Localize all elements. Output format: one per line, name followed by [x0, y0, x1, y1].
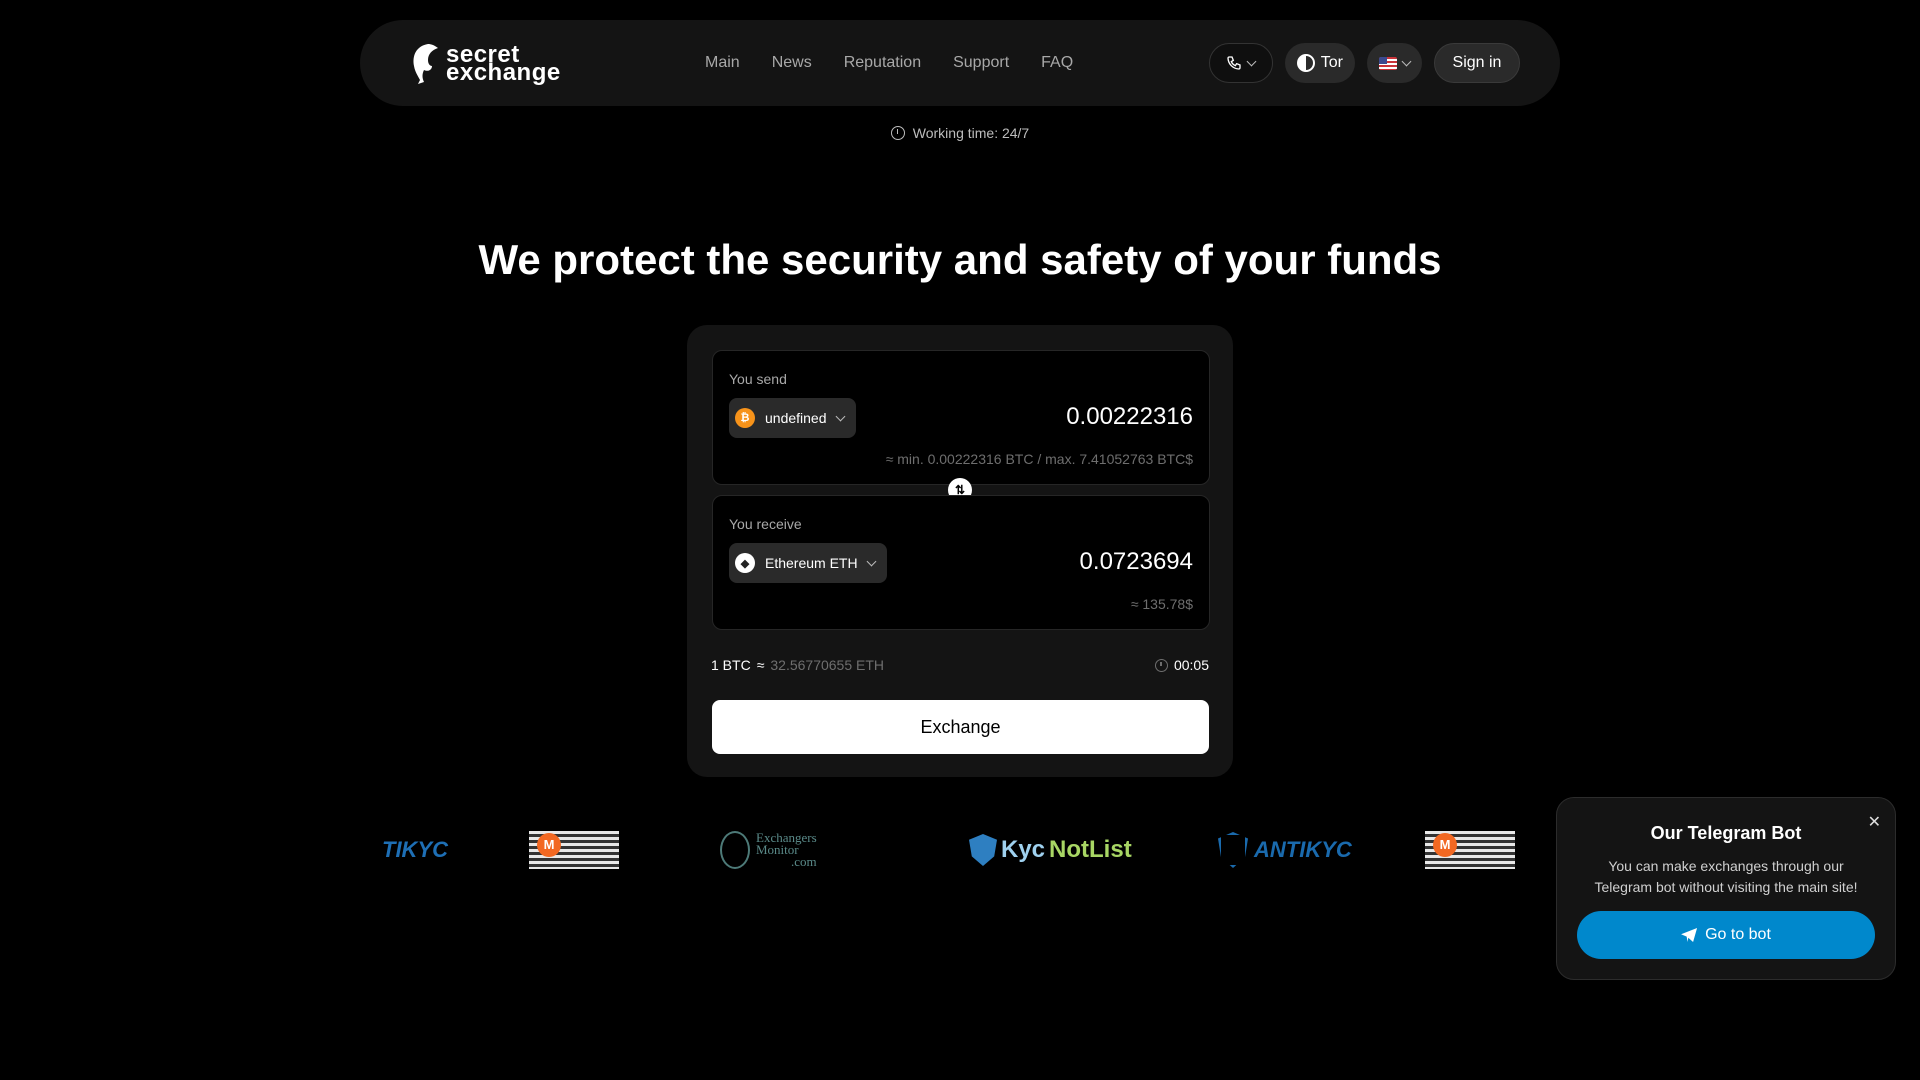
- receive-amount-input[interactable]: 0.0723694: [1080, 548, 1193, 576]
- send-coin-select[interactable]: ₿ undefined: [729, 398, 856, 438]
- partner-antikyc[interactable]: ANTIKYC: [1218, 820, 1352, 880]
- exchange-button[interactable]: Exchange: [712, 700, 1209, 754]
- timer-value: 00:05: [1173, 657, 1209, 673]
- header-actions: Tor Sign in: [1208, 43, 1520, 83]
- rate-approx: ≈: [756, 657, 765, 673]
- tikyc-logo: TIKYC: [382, 837, 448, 862]
- nav-main[interactable]: Main: [705, 54, 740, 72]
- antikyc-logo: ANTIKYC: [1218, 832, 1352, 868]
- telegram-title: Our Telegram Bot: [1650, 823, 1802, 843]
- working-time-text: Working time: 24/7: [912, 125, 1030, 141]
- send-coin-name: undefined: [765, 410, 827, 426]
- receive-coin-name: Ethereum ETH: [765, 555, 858, 571]
- brand-name: secret exchange: [446, 43, 561, 86]
- shield-icon: [969, 834, 997, 866]
- partner-kycnotlist[interactable]: Kyc NotList: [969, 820, 1132, 880]
- nav-support[interactable]: Support: [953, 54, 1009, 72]
- telegram-plane-icon: [1681, 928, 1698, 942]
- tor-label: Tor: [1320, 54, 1343, 71]
- partner-monero-flag[interactable]: [529, 820, 619, 880]
- send-label: You send: [729, 371, 787, 387]
- page-title: We protect the security and safety of yo…: [478, 236, 1442, 283]
- timer-icon: [1154, 658, 1168, 672]
- language-dropdown[interactable]: [1367, 43, 1422, 83]
- working-time: Working time: 24/7: [0, 125, 1920, 141]
- chevron-down-icon: [1246, 56, 1257, 66]
- us-flag-icon: [1379, 56, 1397, 70]
- kyc-part-a: Kyc: [1001, 836, 1046, 863]
- exchangers-monitor-logo: Exchangers Monitor .com: [720, 831, 817, 869]
- exmon-wordmark: Exchangers Monitor .com: [756, 831, 817, 869]
- chevron-down-icon: [1401, 56, 1412, 66]
- ethereum-icon: ◆: [735, 553, 755, 573]
- chevron-down-icon: [866, 556, 877, 566]
- nav-reputation[interactable]: Reputation: [844, 54, 921, 72]
- sign-in-button[interactable]: Sign in: [1434, 43, 1520, 83]
- telegram-text: You can make exchanges through our Teleg…: [1594, 858, 1858, 895]
- go-to-bot-button[interactable]: Go to bot: [1577, 911, 1875, 959]
- monero-flag-logo: [529, 831, 619, 869]
- em-emblem-icon: [720, 831, 750, 869]
- exmon-line-3: .com: [791, 854, 817, 869]
- phone-icon: [1227, 56, 1241, 70]
- partner-exchangers-monitor[interactable]: Exchangers Monitor .com: [720, 820, 817, 880]
- main-nav: Main News Reputation Support FAQ: [705, 20, 1073, 106]
- shield-check-icon: [1218, 832, 1248, 868]
- rate-timer: 00:05: [1154, 657, 1209, 673]
- receive-usd: ≈ 135.78$: [1130, 596, 1193, 612]
- exchange-rate: 1 BTC ≈ 32.56770655 ETH: [711, 657, 884, 673]
- nav-faq[interactable]: FAQ: [1041, 54, 1073, 72]
- contact-dropdown[interactable]: [1208, 43, 1273, 83]
- antikyc-text: ANTIKYC: [1254, 837, 1352, 862]
- send-amount-input[interactable]: 0.00222316: [1066, 403, 1193, 431]
- rate-quote: 32.56770655 ETH: [770, 657, 885, 673]
- rate-base: 1 BTC: [711, 657, 751, 673]
- receive-label: You receive: [729, 516, 802, 532]
- close-icon[interactable]: ✕: [1868, 812, 1881, 832]
- brand-icon: [413, 44, 438, 84]
- monero-flag-logo: [1425, 831, 1515, 869]
- go-to-bot-label: Go to bot: [1705, 926, 1771, 943]
- receive-panel: You receive ◆ Ethereum ETH 0.0723694 ≈ 1…: [712, 495, 1210, 630]
- header: secret exchange Main News Reputation Sup…: [360, 20, 1560, 106]
- telegram-popup: ✕ Our Telegram Bot You can make exchange…: [1556, 797, 1896, 980]
- brand-line-2: exchange: [446, 59, 561, 86]
- send-panel: You send ₿ undefined 0.00222316 ≈ min. 0…: [712, 350, 1210, 485]
- exchange-form: You send ₿ undefined 0.00222316 ≈ min. 0…: [687, 325, 1233, 777]
- bitcoin-icon: ₿: [735, 408, 755, 428]
- tor-button[interactable]: Tor: [1284, 43, 1355, 83]
- chevron-down-icon: [835, 411, 845, 421]
- nav-news[interactable]: News: [772, 54, 812, 72]
- receive-coin-select[interactable]: ◆ Ethereum ETH: [729, 543, 887, 583]
- partner-tikyc[interactable]: TIKYC: [382, 820, 448, 880]
- kycnotlist-logo: Kyc NotList: [969, 834, 1132, 866]
- clock-icon: [890, 126, 905, 140]
- send-limits: ≈ min. 0.00222316 BTC / max. 7.41052763 …: [885, 451, 1193, 467]
- kyc-part-b: NotList: [1049, 836, 1132, 863]
- tor-icon: [1296, 54, 1315, 72]
- partner-monero-flag-2[interactable]: [1425, 820, 1515, 880]
- logo[interactable]: secret exchange: [410, 42, 561, 86]
